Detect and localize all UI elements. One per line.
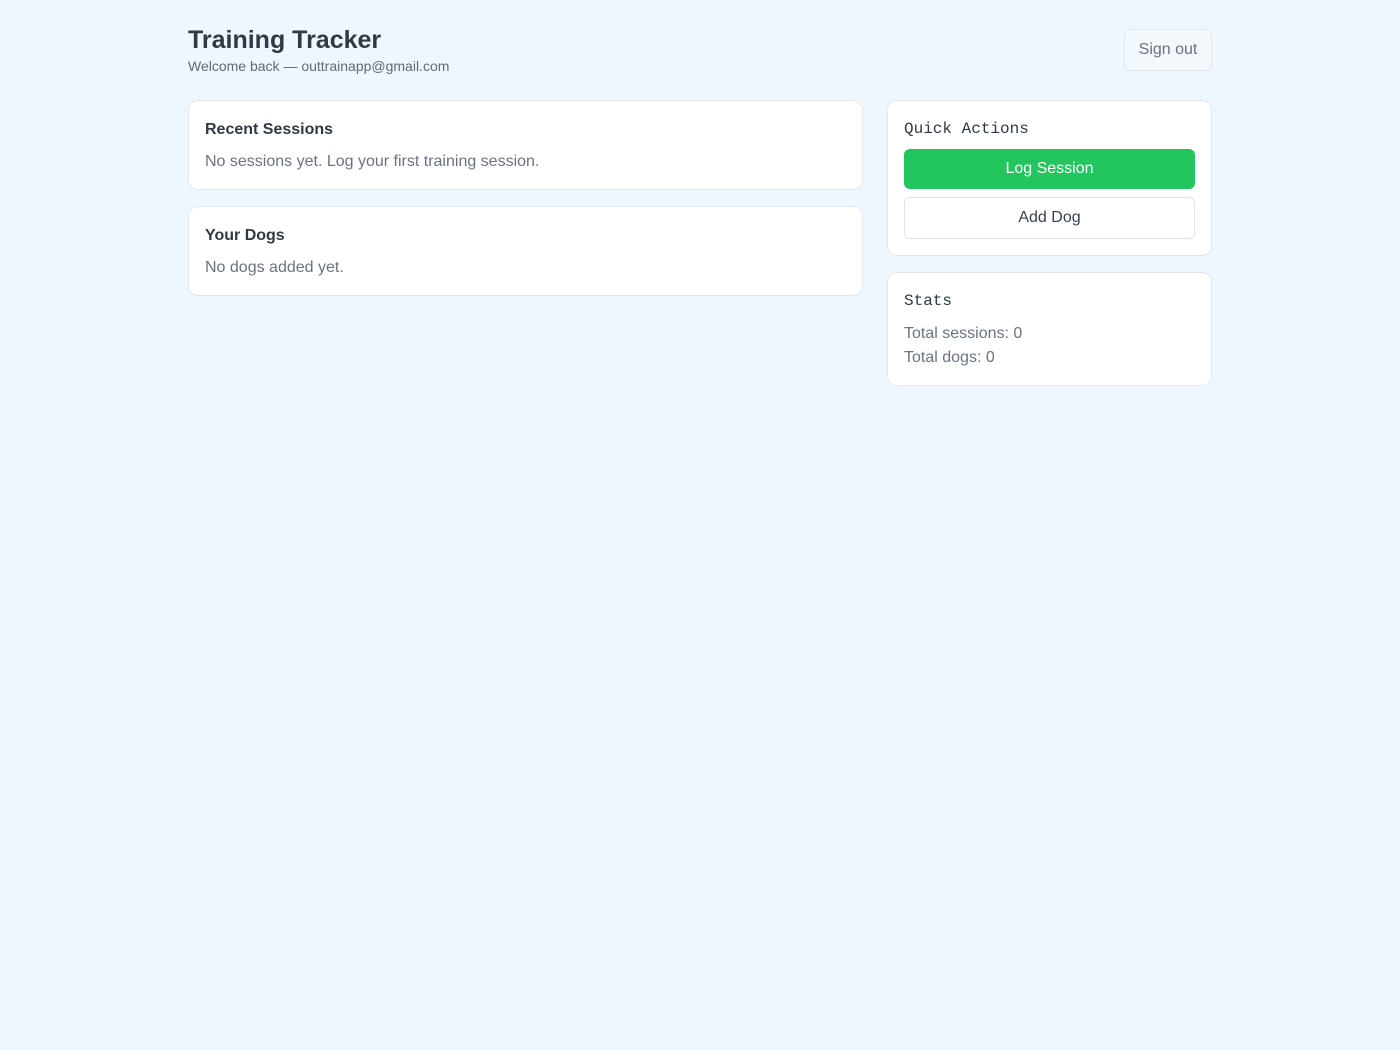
your-dogs-title: Your Dogs bbox=[205, 227, 285, 244]
recent-sessions-card: Recent Sessions No sessions yet. Log you… bbox=[188, 100, 863, 190]
page-title: Training Tracker bbox=[188, 26, 382, 54]
your-dogs-card: Your Dogs No dogs added yet. bbox=[188, 206, 863, 296]
recent-sessions-empty-text: No sessions yet. Log your first training… bbox=[205, 153, 540, 170]
total-dogs-stat: Total dogs: 0 bbox=[904, 349, 995, 366]
your-dogs-empty-text: No dogs added yet. bbox=[205, 259, 344, 276]
sign-out-button[interactable]: Sign out bbox=[1124, 29, 1212, 71]
app-container: Training Tracker Welcome back — outtrain… bbox=[188, 0, 1212, 386]
page-header: Training Tracker Welcome back — outtrain… bbox=[188, 0, 1212, 100]
quick-actions-card: Quick Actions Log Session Add Dog bbox=[887, 100, 1212, 256]
add-dog-button[interactable]: Add Dog bbox=[904, 197, 1195, 239]
total-sessions-stat: Total sessions: 0 bbox=[904, 325, 1023, 342]
quick-actions-title: Quick Actions bbox=[904, 120, 1029, 138]
stats-title: Stats bbox=[904, 292, 953, 310]
stats-card: Stats Total sessions: 0 Total dogs: 0 bbox=[887, 272, 1212, 386]
log-session-button[interactable]: Log Session bbox=[904, 149, 1195, 189]
recent-sessions-title: Recent Sessions bbox=[205, 121, 334, 138]
welcome-message: Welcome back — outtrainapp@gmail.com bbox=[188, 58, 450, 74]
